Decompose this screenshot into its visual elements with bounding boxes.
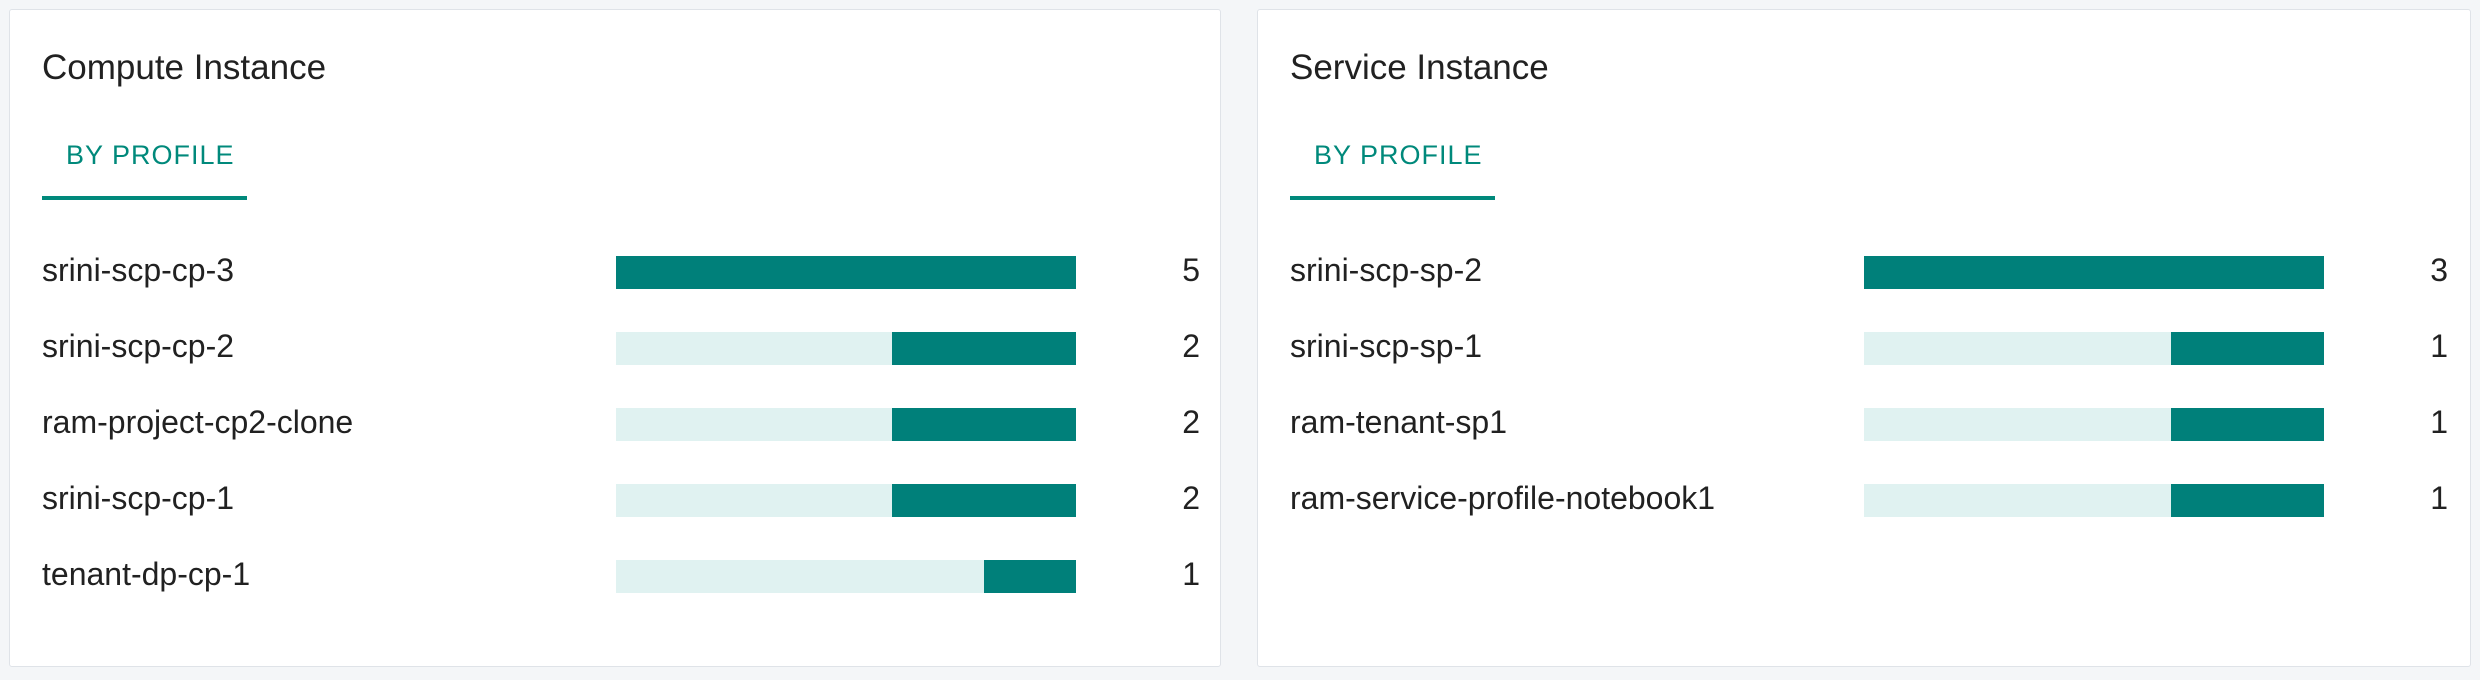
profile-row: ram-service-profile-notebook1 1	[1258, 462, 2470, 538]
profile-count: 2	[1182, 404, 1200, 440]
profile-count: 1	[2430, 480, 2448, 516]
profile-row: srini-scp-cp-3 5	[10, 234, 1220, 310]
count-bar-fill	[1864, 256, 2324, 289]
profile-name: srini-scp-cp-2	[42, 328, 235, 364]
count-bar-track	[1864, 484, 2324, 517]
profile-name: ram-service-profile-notebook1	[1290, 480, 1716, 516]
profile-name: srini-scp-cp-1	[42, 480, 235, 516]
service-instance-card: Service Instance BY PROFILE srini-scp-sp…	[1257, 9, 2471, 667]
count-bar-fill	[2170, 408, 2324, 441]
count-bar-fill	[892, 332, 1076, 365]
compute-instance-rows: srini-scp-cp-3 5 srini-scp-cp-2 2 ram-projec…	[10, 10, 1220, 666]
profile-name: srini-scp-cp-3	[42, 252, 235, 288]
service-instance-rows: srini-scp-sp-2 3 srini-scp-sp-1 1 ram-tenant…	[1258, 10, 2470, 666]
count-bar-fill	[892, 484, 1076, 517]
count-bar-track	[1864, 408, 2324, 441]
profile-count: 1	[2430, 328, 2448, 364]
profile-name: tenant-dp-cp-1	[42, 556, 251, 592]
count-bar-fill	[616, 256, 1076, 289]
profile-count: 2	[1182, 328, 1200, 364]
compute-instance-card: Compute Instance BY PROFILE srini-scp-cp…	[9, 9, 1221, 667]
count-bar-track	[1864, 332, 2324, 365]
profile-count: 1	[2430, 404, 2448, 440]
profile-count: 1	[1182, 556, 1200, 592]
count-bar-track	[1864, 256, 2324, 289]
profile-row: srini-scp-sp-2 3	[1258, 234, 2470, 310]
count-bar-track	[616, 256, 1076, 289]
profile-row: ram-tenant-sp1 1	[1258, 386, 2470, 462]
profile-name: srini-scp-sp-1	[1290, 328, 1483, 364]
profile-count: 5	[1182, 252, 1200, 288]
profile-row: srini-scp-cp-2 2	[10, 310, 1220, 386]
dashboard: Compute Instance BY PROFILE srini-scp-cp…	[0, 0, 2480, 680]
profile-count: 2	[1182, 480, 1200, 516]
count-bar-fill	[2170, 332, 2324, 365]
profile-name: ram-tenant-sp1	[1290, 404, 1507, 440]
profile-row: ram-project-cp2-clone 2	[10, 386, 1220, 462]
count-bar-fill	[2170, 484, 2324, 517]
profile-row: srini-scp-sp-1 1	[1258, 310, 2470, 386]
count-bar-track	[616, 560, 1076, 593]
profile-row: tenant-dp-cp-1 1	[10, 538, 1220, 614]
profile-name: ram-project-cp2-clone	[42, 404, 354, 440]
count-bar-fill	[892, 408, 1076, 441]
count-bar-track	[616, 408, 1076, 441]
profile-count: 3	[2430, 252, 2448, 288]
count-bar-track	[616, 484, 1076, 517]
profile-row: srini-scp-cp-1 2	[10, 462, 1220, 538]
count-bar-fill	[984, 560, 1076, 593]
count-bar-track	[616, 332, 1076, 365]
profile-name: srini-scp-sp-2	[1290, 252, 1483, 288]
